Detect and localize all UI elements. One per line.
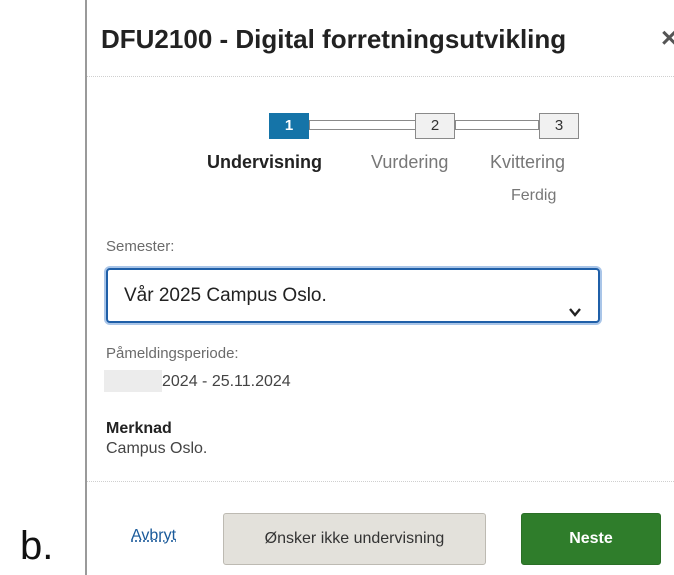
step-3-box: 3: [539, 113, 579, 139]
dialog-title: DFU2100 - Digital forretningsutvikling: [101, 24, 567, 54]
semester-select[interactable]: Vår 2025 Campus Oslo.: [106, 268, 600, 323]
figure-label: b.: [20, 524, 54, 568]
footer-divider: [87, 481, 674, 482]
decline-teaching-button[interactable]: Ønsker ikke undervisning: [223, 513, 486, 565]
header-divider: [87, 76, 674, 77]
semester-selected-value: Vår 2025 Campus Oslo.: [124, 285, 327, 306]
enrollment-dialog: DFU2100 - Digital forretningsutvikling ×…: [85, 0, 674, 575]
period-start-redacted: [104, 370, 162, 392]
chevron-down-icon: [568, 288, 582, 339]
step-1-label: Undervisning: [207, 152, 323, 172]
step-3-sublabel: Ferdig: [511, 187, 557, 204]
period-value: 2024 - 25.11.2024: [162, 373, 291, 390]
cancel-button[interactable]: Avbryt: [131, 527, 176, 545]
step-connector-2: [455, 120, 539, 130]
step-2-box: 2: [415, 113, 455, 139]
note-value: Campus Oslo.: [106, 440, 208, 457]
next-button[interactable]: Neste: [521, 513, 661, 565]
step-3-label: Kvittering: [490, 152, 566, 172]
period-label: Påmeldingsperiode:: [106, 345, 239, 362]
step-connector-1: [309, 120, 417, 130]
step-1-box: 1: [269, 113, 309, 139]
semester-label: Semester:: [106, 238, 175, 255]
note-label: Merknad: [106, 420, 172, 437]
close-icon[interactable]: ×: [661, 22, 674, 54]
step-2-label: Vurdering: [371, 152, 449, 172]
